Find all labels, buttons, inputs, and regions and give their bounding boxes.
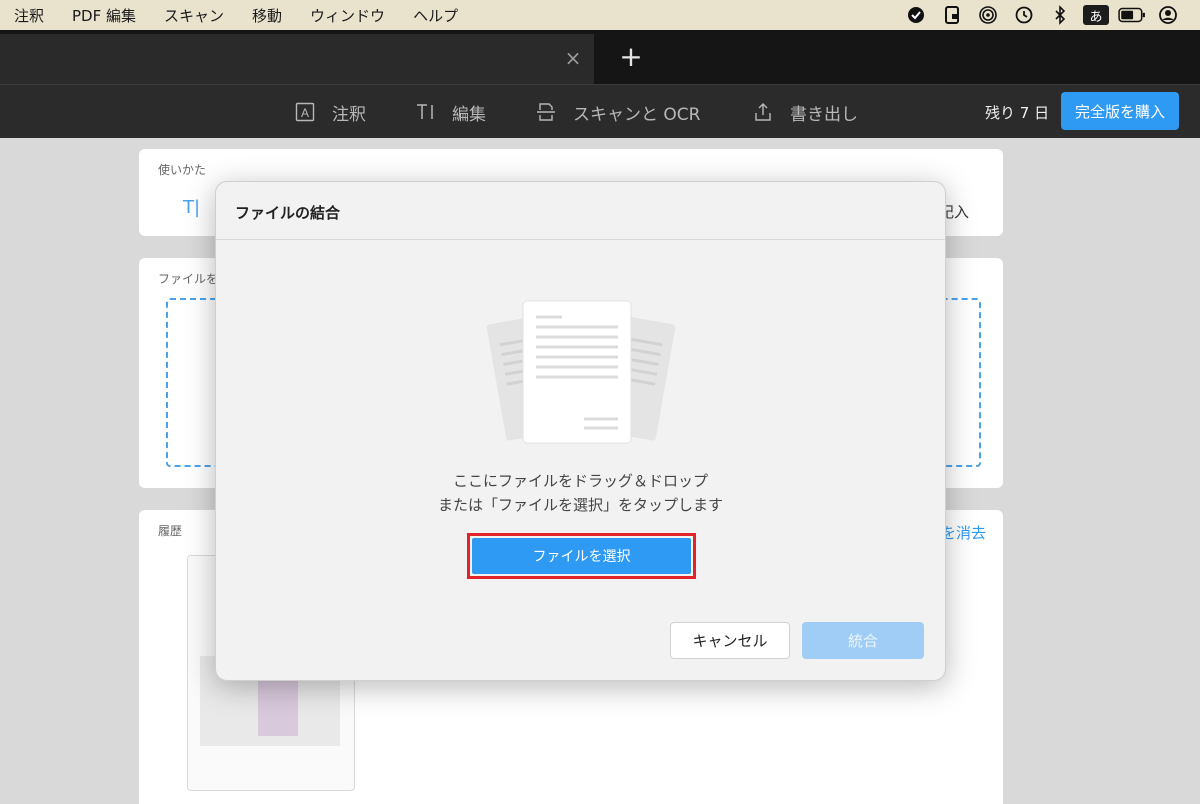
tool-annotate[interactable]: A 注釈 <box>294 85 366 139</box>
tool-export[interactable]: 書き出し <box>752 85 858 139</box>
checkmark-badge-icon[interactable] <box>898 0 934 30</box>
tab-current[interactable] <box>0 34 594 84</box>
svg-text:A: A <box>301 106 309 120</box>
menu-window[interactable]: ウィンドウ <box>310 5 385 26</box>
merge-button[interactable]: 統合 <box>802 622 924 659</box>
drop-instruction-line2: または「ファイルを選択」をタップします <box>437 496 723 514</box>
tool-export-label: 書き出し <box>790 104 858 125</box>
documents-illustration-icon <box>486 300 676 444</box>
menu-scan[interactable]: スキャン <box>164 5 224 26</box>
add-tab-icon[interactable]: + <box>618 43 644 71</box>
thumbnail-image <box>258 676 298 736</box>
history-label: 履歴 <box>158 524 183 538</box>
cancel-button[interactable]: キャンセル <box>670 622 790 659</box>
tool-scan-ocr[interactable]: スキャンと OCR <box>535 85 700 139</box>
battery-icon[interactable] <box>1114 0 1150 30</box>
tool-scan-ocr-label: スキャンと OCR <box>573 104 701 125</box>
dialog-divider <box>216 239 945 240</box>
choose-file-button[interactable]: ファイルを選択 <box>472 538 691 574</box>
bluetooth-icon[interactable] <box>1042 0 1078 30</box>
tab-strip: × + <box>0 30 1200 84</box>
dialog-title: ファイルの結合 <box>235 204 341 222</box>
main-toolbar: A 注釈 編集 スキャンと OCR 書き出し 残り 7 日 <box>0 84 1200 138</box>
tool-edit[interactable]: 編集 <box>414 85 486 139</box>
edit-text-icon <box>414 101 436 123</box>
input-method-icon[interactable]: あ <box>1078 0 1114 30</box>
menu-annotate[interactable]: 注釈 <box>14 5 44 26</box>
scan-icon <box>535 101 557 123</box>
time-machine-icon[interactable] <box>1006 0 1042 30</box>
status-icons: あ <box>898 0 1186 30</box>
tool-annotate-label: 注釈 <box>332 104 366 125</box>
menu-pdf-edit[interactable]: PDF 編集 <box>72 5 136 26</box>
annotate-icon: A <box>294 101 316 123</box>
menu-bar: 注釈 PDF 編集 スキャン 移動 ウィンドウ ヘルプ あ <box>0 0 1200 30</box>
export-icon <box>752 101 774 123</box>
menu-help[interactable]: ヘルプ <box>413 5 458 26</box>
airplay-icon[interactable] <box>970 0 1006 30</box>
clear-history-link[interactable]: を消去 <box>941 522 986 543</box>
document-lock-icon[interactable] <box>934 0 970 30</box>
tool-edit-label: 編集 <box>452 104 486 125</box>
user-account-icon[interactable] <box>1150 0 1186 30</box>
merge-files-dialog: ファイルの結合 ここにファイルをドラッグ＆ドロップ または「ファイルを選択」をタ… <box>215 181 946 681</box>
text-cursor-icon: T| <box>183 197 201 218</box>
howto-label: 使いかた <box>158 163 207 177</box>
trial-remaining: 残り 7 日 <box>985 104 1050 122</box>
buy-full-version-button[interactable]: 完全版を購入 <box>1061 92 1179 130</box>
files-label: ファイルを <box>158 272 219 286</box>
menu-go[interactable]: 移動 <box>252 5 282 26</box>
drop-instruction-line1: ここにファイルをドラッグ＆ドロップ <box>452 472 708 490</box>
close-tab-icon[interactable]: × <box>563 48 583 68</box>
